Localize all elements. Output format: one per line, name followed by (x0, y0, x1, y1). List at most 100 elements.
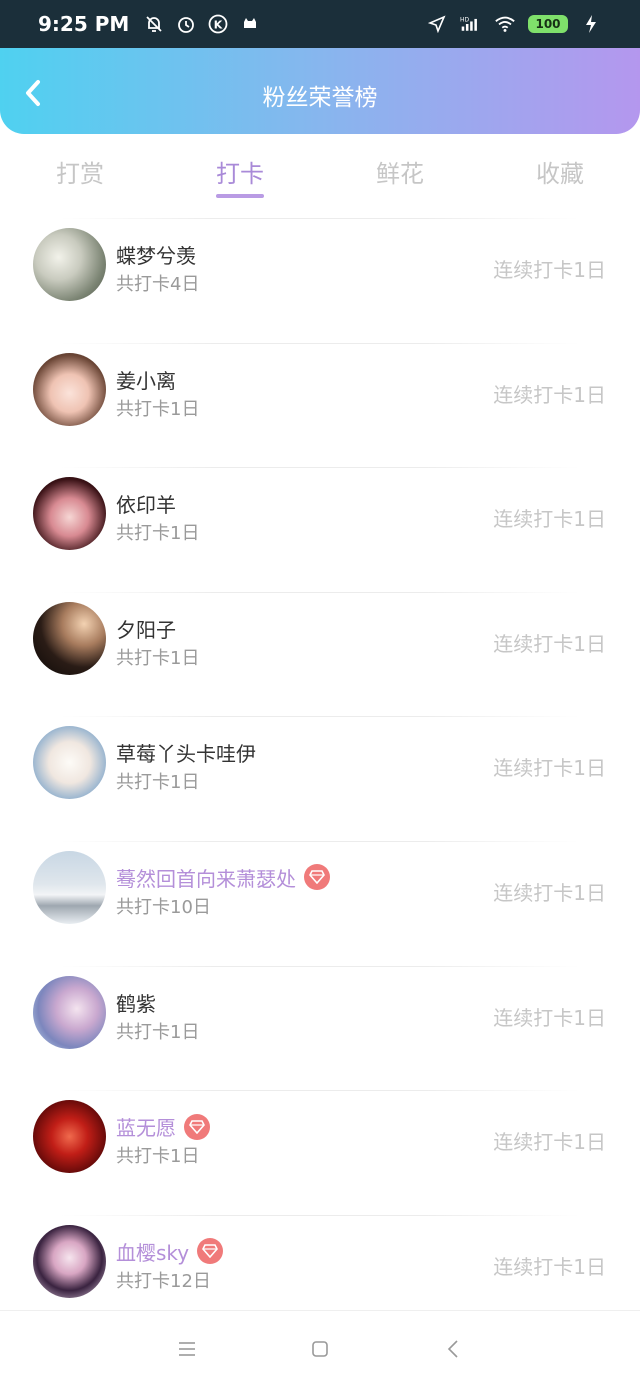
streak-days: 连续打卡1日 (493, 631, 606, 656)
tab-favorites[interactable]: 收藏 (480, 134, 640, 204)
avatar[interactable] (33, 975, 106, 1049)
avatar[interactable] (33, 477, 106, 551)
avatar[interactable] (33, 352, 106, 426)
fan-name: 蝶梦兮羡 (116, 244, 196, 268)
cat-icon (239, 13, 261, 35)
divider (60, 467, 580, 469)
total-checkins: 共打卡1日 (116, 772, 200, 794)
tab-label: 打赏 (56, 160, 104, 188)
tab-label: 鲜花 (376, 160, 424, 188)
name-line: 依印羊 (116, 489, 176, 518)
total-checkins: 共打卡1日 (116, 1146, 200, 1168)
avatar[interactable] (33, 1100, 106, 1174)
signal-icon: HD (460, 13, 482, 35)
streak-days: 连续打卡1日 (493, 507, 606, 532)
avatar[interactable] (33, 850, 106, 924)
fan-name: 夕阳子 (116, 617, 176, 642)
streak-days: 连续打卡1日 (493, 880, 606, 905)
fan-name: 蓝无愿 (116, 1116, 176, 1141)
tab-checkin[interactable]: 打卡 (160, 134, 320, 204)
vip-diamond-icon (184, 1113, 210, 1140)
alarm-icon (175, 13, 197, 35)
list-item[interactable]: 依印羊 共打卡1日 连续打卡1日 (0, 453, 640, 578)
divider (60, 965, 580, 967)
page-title: 粉丝荣誉榜 (262, 85, 378, 111)
total-checkins: 共打卡1日 (116, 647, 200, 669)
total-checkins: 共打卡4日 (116, 274, 200, 295)
system-nav-bar (0, 1310, 640, 1387)
charging-icon (580, 13, 602, 35)
list-item[interactable]: 夕阳子 共打卡1日 连续打卡1日 (0, 578, 640, 703)
avatar[interactable] (33, 228, 106, 301)
list-item[interactable]: 姜小离 共打卡1日 连续打卡1日 (0, 329, 640, 454)
divider (60, 1214, 580, 1216)
list-item[interactable]: 蓦然回首向来萧瑟处 共打卡10日 连续打卡1日 (0, 827, 640, 952)
divider (60, 840, 580, 842)
streak-days: 连续打卡1日 (493, 756, 606, 781)
name-line: 蓝无愿 (116, 1112, 210, 1141)
header-bar: 粉丝荣誉榜 (0, 48, 640, 134)
system-back-button[interactable] (433, 1329, 473, 1369)
streak-days: 连续打卡1日 (493, 1005, 606, 1030)
fan-name: 蓦然回首向来萧瑟处 (116, 866, 296, 891)
tab-label: 打卡 (216, 160, 264, 188)
name-line: 蝶梦兮羡 (116, 240, 196, 269)
mute-bell-icon (143, 13, 165, 35)
divider (60, 591, 580, 593)
battery-indicator: 100 (528, 15, 568, 33)
name-line: 蓦然回首向来萧瑟处 (116, 863, 330, 892)
total-checkins: 共打卡10日 (116, 896, 211, 918)
streak-days: 连续打卡1日 (493, 1254, 606, 1279)
vip-diamond-icon (197, 1238, 224, 1265)
tab-label: 收藏 (536, 160, 584, 188)
status-right-icons: HD 100 (426, 13, 602, 35)
list-item[interactable]: 鹤紫 共打卡1日 连续打卡1日 (0, 952, 640, 1077)
tab-bar: 打赏 打卡 鲜花 收藏 (0, 134, 640, 204)
fan-list: 蝶梦兮羡 共打卡4日 连续打卡1日 姜小离 共打卡1日 连续打卡1日 依印羊 共… (0, 204, 640, 1325)
home-button[interactable] (300, 1329, 340, 1369)
svg-text:HD: HD (460, 17, 469, 23)
total-checkins: 共打卡1日 (116, 1021, 200, 1043)
name-line: 血樱sky (116, 1237, 224, 1266)
divider (60, 1090, 580, 1092)
status-bar: 9:25 PM K HD 100 (0, 0, 640, 48)
svg-text:K: K (214, 19, 223, 32)
name-line: 夕阳子 (116, 614, 176, 643)
total-checkins: 共打卡1日 (116, 398, 200, 420)
list-item[interactable]: 血樱sky 共打卡12日 连续打卡1日 (0, 1201, 640, 1326)
list-item[interactable]: 蝶梦兮羡 共打卡4日 连续打卡1日 (0, 204, 640, 329)
divider (60, 342, 580, 344)
tab-tip[interactable]: 打赏 (0, 134, 160, 204)
status-left-icons: K (143, 13, 261, 35)
vip-diamond-icon (304, 864, 330, 891)
active-tab-indicator (216, 194, 264, 198)
status-time: 9:25 PM (38, 12, 130, 36)
fan-name: 姜小离 (116, 368, 176, 393)
fan-name: 鹤紫 (116, 991, 156, 1016)
avatar[interactable] (33, 726, 106, 800)
fan-name: 依印羊 (116, 493, 176, 518)
name-line: 草莓丫头卡哇伊 (116, 738, 256, 767)
fan-name: 血樱sky (116, 1240, 190, 1265)
total-checkins: 共打卡12日 (116, 1270, 211, 1292)
home-square-icon (312, 1341, 328, 1357)
streak-days: 连续打卡1日 (493, 382, 606, 407)
wifi-icon (494, 13, 516, 35)
k-icon: K (207, 13, 229, 35)
name-line: 鹤紫 (116, 988, 156, 1017)
divider (60, 716, 580, 718)
avatar[interactable] (33, 601, 106, 675)
menu-button[interactable] (167, 1329, 207, 1369)
location-icon (426, 13, 448, 35)
fan-name: 草莓丫头卡哇伊 (116, 742, 256, 767)
streak-days: 连续打卡1日 (493, 258, 606, 282)
streak-days: 连续打卡1日 (493, 1130, 606, 1155)
list-item[interactable]: 蓝无愿 共打卡1日 连续打卡1日 (0, 1076, 640, 1201)
tab-flowers[interactable]: 鲜花 (320, 134, 480, 204)
avatar[interactable] (33, 1224, 106, 1298)
back-triangle-icon (448, 1340, 458, 1358)
divider (60, 218, 580, 219)
list-item[interactable]: 草莓丫头卡哇伊 共打卡1日 连续打卡1日 (0, 702, 640, 827)
total-checkins: 共打卡1日 (116, 523, 200, 545)
menu-icon (178, 1342, 195, 1356)
